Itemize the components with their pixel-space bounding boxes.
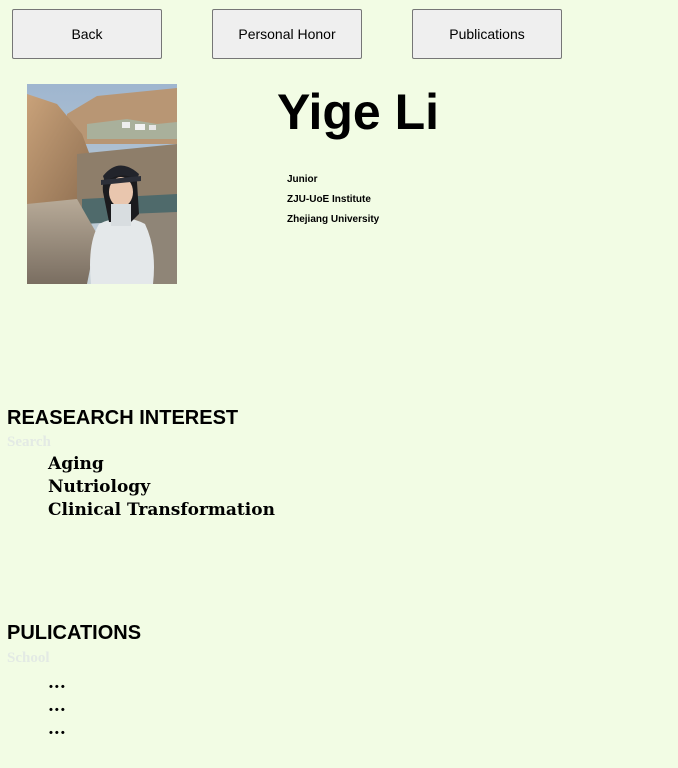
publications-list: ... ... ... xyxy=(48,672,66,741)
list-item: Clinical Transformation xyxy=(48,500,275,520)
publications-heading: PULICATIONS xyxy=(7,622,142,644)
personal-honor-button[interactable]: Personal Honor xyxy=(212,9,362,59)
profile-institute: ZJU-UoE Institute xyxy=(287,194,371,205)
publications-button[interactable]: Publications xyxy=(412,9,562,59)
list-item: Nutriology xyxy=(48,477,151,497)
publications-ghost-text: School xyxy=(7,650,50,666)
list-item: ... xyxy=(48,719,66,739)
profile-name: Yige Li xyxy=(277,84,440,140)
profile-grade: Junior xyxy=(287,174,318,185)
research-interest-heading: REASEARCH INTEREST xyxy=(7,407,239,429)
list-item: Aging xyxy=(48,454,104,474)
research-ghost-text: Search xyxy=(7,434,51,450)
profile-details: Junior ZJU-UoE Institute Zhejiang Univer… xyxy=(287,171,379,231)
list-item: ... xyxy=(48,696,66,716)
profile-university: Zhejiang University xyxy=(287,214,380,225)
profile-photo xyxy=(27,84,177,284)
back-button[interactable]: Back xyxy=(12,9,162,59)
research-interest-list: Aging Nutriology Clinical Transformation xyxy=(48,453,275,522)
profile-page: Back Personal Honor Publications Yige Li… xyxy=(0,0,678,768)
list-item: ... xyxy=(48,673,66,693)
